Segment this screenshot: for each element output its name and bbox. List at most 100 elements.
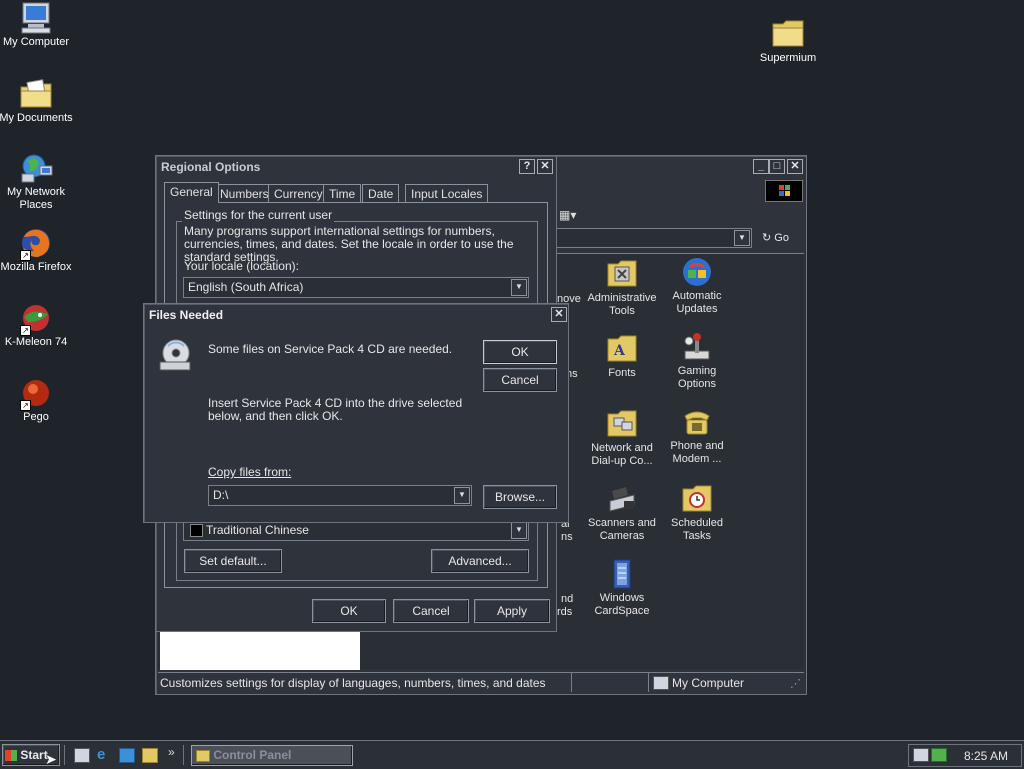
files-ok-button[interactable]: OK	[483, 340, 557, 364]
taskbar-divider	[183, 745, 186, 765]
go-button[interactable]: ↻ Go	[762, 231, 789, 244]
k-meleon-icon: ↗	[18, 302, 54, 336]
quick-launch-desktop-icon[interactable]	[74, 748, 90, 763]
address-dropdown-button[interactable]: ▼	[734, 230, 750, 246]
tab-time[interactable]: Time	[323, 184, 362, 203]
advanced-button[interactable]: Advanced...	[431, 549, 529, 573]
cp-icon-label: Gaming Options	[677, 365, 717, 390]
go-label: Go	[774, 232, 789, 244]
quick-launch-explorer-icon[interactable]	[142, 748, 158, 763]
joystick-icon	[681, 331, 713, 361]
tray-network-icon[interactable]	[913, 748, 929, 762]
copy-from-value: D:\	[213, 488, 229, 502]
regional-cancel-button[interactable]: Cancel	[393, 599, 469, 623]
tab-input-locales[interactable]: Input Locales	[405, 184, 489, 203]
desktop-icon-supermium[interactable]: Supermium	[750, 18, 826, 65]
status-divider	[571, 673, 572, 692]
regional-ok-button[interactable]: OK	[312, 599, 386, 623]
files-cancel-button[interactable]: Cancel	[483, 368, 557, 392]
locale-select[interactable]: English (South Africa) ▼	[183, 277, 529, 298]
views-icon[interactable]: ▦▾	[559, 208, 576, 222]
browse-button[interactable]: Browse...	[483, 485, 557, 509]
regional-apply-button[interactable]: Apply	[474, 599, 550, 623]
close-button[interactable]: ✕	[551, 307, 567, 322]
taskbar-control-panel-button[interactable]: Control Panel	[191, 745, 353, 766]
cp-network-dialup[interactable]: Network and Dial-up Co...	[584, 408, 660, 468]
cp-icon-label: Scanners and Cameras	[588, 517, 656, 542]
cp-fonts[interactable]: A Fonts	[584, 333, 660, 380]
help-button[interactable]: ?	[519, 159, 535, 174]
folder-icon	[770, 18, 806, 50]
taskbar: Start ➤ e » Control Panel 8:25 AM	[0, 740, 1024, 769]
tray-update-icon[interactable]	[931, 748, 947, 762]
set-default-button[interactable]: Set default...	[184, 549, 282, 573]
cp-administrative-tools[interactable]: Administrative Tools	[584, 258, 660, 318]
desktop-icon-label: Pego	[23, 411, 49, 423]
desktop-icon-my-network-places[interactable]: My Network Places	[0, 152, 74, 212]
files-needed-message: Some files on Service Pack 4 CD are need…	[208, 342, 453, 356]
cp-windows-cardspace[interactable]: Windows CardSpace	[584, 558, 660, 618]
network-connections-icon	[606, 408, 638, 438]
desktop-icon-my-computer[interactable]: My Computer	[0, 2, 74, 49]
desktop-icon-label: Supermium	[759, 52, 817, 64]
clock[interactable]: 8:25 AM	[964, 749, 1008, 763]
quick-launch-outlook-icon[interactable]	[119, 748, 135, 763]
close-button[interactable]: ✕	[537, 159, 553, 174]
status-bar: Customizes settings for display of langu…	[158, 672, 804, 692]
administrative-tools-icon	[606, 258, 638, 288]
cp-gaming-options[interactable]: Gaming Options	[659, 331, 735, 391]
locale-dropdown-button[interactable]: ▼	[511, 279, 527, 296]
partial-label: rds	[557, 606, 573, 618]
files-needed-title: Files Needed	[149, 308, 224, 322]
computer-icon	[18, 2, 54, 34]
copy-from-combo[interactable]: D:\ ▼	[208, 485, 472, 506]
cp-icon-label: Administrative Tools	[587, 292, 657, 317]
cp-automatic-updates[interactable]: Automatic Updates	[659, 256, 735, 316]
files-needed-dialog[interactable]: Files Needed ✕ Some files on Service Pac…	[143, 303, 569, 523]
partial-label: ns	[561, 531, 573, 543]
address-field[interactable]: ▼	[556, 228, 752, 248]
start-label: Start	[20, 748, 48, 762]
tab-date[interactable]: Date	[362, 184, 400, 203]
fonts-icon: A	[606, 333, 638, 363]
maximize-button[interactable]: □	[769, 159, 785, 174]
phone-icon	[681, 406, 713, 436]
language-checkbox[interactable]	[190, 524, 203, 537]
cardspace-icon	[606, 558, 638, 589]
cp-scanners-cameras[interactable]: Scanners and Cameras	[584, 483, 660, 543]
windows-logo-icon	[765, 180, 803, 202]
desktop-icon-k-meleon[interactable]: ↗ K-Meleon 74	[0, 302, 74, 349]
shortcut-arrow-icon: ↗	[20, 400, 31, 411]
desktop-icon-mozilla-firefox[interactable]: ↗ Mozilla Firefox	[0, 227, 74, 274]
quick-launch-ie-icon[interactable]: e	[97, 746, 105, 763]
copy-from-dropdown-button[interactable]: ▼	[454, 487, 470, 504]
mouse-cursor-icon: ➤	[45, 751, 57, 767]
group-title: Settings for the current user	[182, 208, 335, 222]
tab-numbers[interactable]: Numbers	[214, 184, 275, 203]
resize-grip-icon[interactable]: ⋰	[790, 677, 801, 690]
locale-label: Your locale (location):	[184, 259, 299, 273]
firefox-icon: ↗	[18, 227, 54, 261]
partial-label: nd	[561, 593, 574, 605]
tab-currency[interactable]: Currency	[268, 184, 329, 203]
cp-scheduled-tasks[interactable]: Scheduled Tasks	[659, 483, 735, 543]
tab-general[interactable]: General	[164, 182, 219, 203]
language-list[interactable]: Traditional Chinese ▼	[183, 520, 529, 541]
cp-icon-label: Automatic Updates	[672, 290, 722, 315]
desktop-icon-pego[interactable]: ↗ Pego	[0, 377, 74, 424]
quick-launch-chevron[interactable]: »	[168, 745, 175, 759]
preview-panel	[160, 632, 360, 670]
language-scroll-button[interactable]: ▼	[511, 522, 527, 539]
windows-flag-icon	[5, 750, 17, 762]
regional-title: Regional Options	[161, 160, 261, 174]
cd-drive-icon	[158, 338, 192, 372]
system-tray: 8:25 AM	[908, 744, 1022, 767]
control-panel-small-icon	[196, 749, 210, 762]
close-button[interactable]: ✕	[787, 159, 803, 174]
status-text: Customizes settings for display of langu…	[160, 676, 546, 690]
desktop-icon-my-documents[interactable]: My Documents	[0, 78, 74, 125]
automatic-updates-icon	[681, 256, 713, 286]
cp-icon-label: Phone and Modem ...	[670, 440, 724, 465]
cp-phone-modem[interactable]: Phone and Modem ...	[659, 406, 735, 466]
minimize-button[interactable]: _	[753, 159, 769, 174]
